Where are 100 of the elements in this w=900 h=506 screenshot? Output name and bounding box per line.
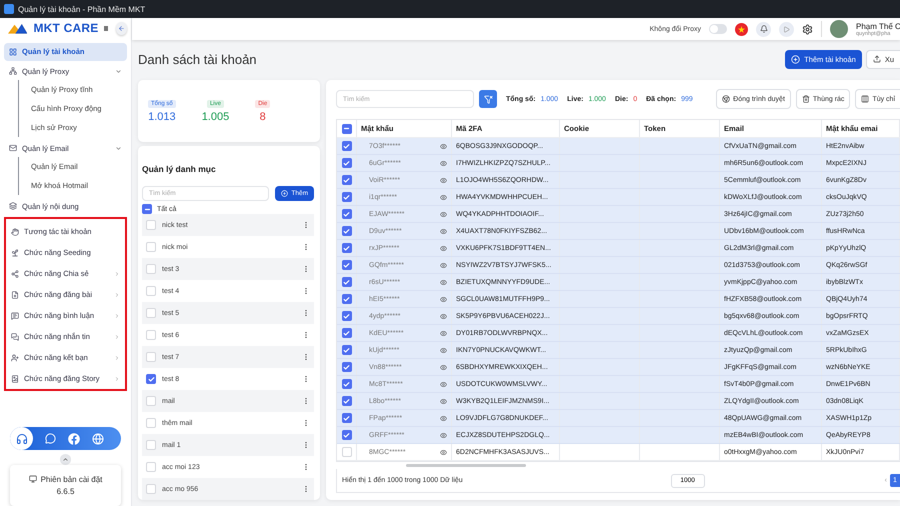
expand-button[interactable] xyxy=(60,454,71,465)
checkbox[interactable] xyxy=(342,379,352,389)
eye-icon xyxy=(440,176,447,184)
notification-button[interactable] xyxy=(756,22,771,36)
plus-circle-icon xyxy=(281,190,288,197)
checkbox[interactable] xyxy=(342,158,352,168)
checkbox[interactable] xyxy=(342,362,352,372)
comment-icon xyxy=(11,312,19,320)
facebook-icon[interactable] xyxy=(68,432,80,445)
eye-icon xyxy=(440,330,447,336)
page-title: Danh sách tài khoản xyxy=(138,52,258,66)
add-user-icon xyxy=(11,354,19,362)
layers-icon xyxy=(9,202,17,210)
check-icon xyxy=(343,364,350,370)
check-icon xyxy=(343,194,350,200)
plus-circle-icon xyxy=(791,54,800,64)
eye-icon xyxy=(440,194,447,200)
globe-icon xyxy=(92,432,104,445)
checkbox[interactable] xyxy=(342,243,352,253)
support-button[interactable] xyxy=(10,427,33,450)
user-name: Phạm Thế C xyxy=(856,22,900,30)
check-icon xyxy=(343,346,350,354)
check-icon xyxy=(343,278,350,286)
category-title: Quản lý danh mục xyxy=(142,164,217,174)
stat-value: 1.005 xyxy=(202,110,230,122)
checkbox[interactable] xyxy=(342,209,352,219)
checkbox[interactable] xyxy=(342,413,352,423)
logo-text: MKT CARE xyxy=(33,21,98,36)
check-icon xyxy=(343,142,350,150)
eye-icon xyxy=(440,210,447,218)
checkbox[interactable] xyxy=(342,311,352,321)
eye-icon xyxy=(440,228,447,234)
checkbox[interactable] xyxy=(146,374,156,384)
version-label: Phiên bản cài đặt xyxy=(40,474,102,484)
checkbox[interactable] xyxy=(342,226,352,236)
minus-icon xyxy=(343,125,350,132)
flag-icon[interactable] xyxy=(735,22,748,36)
upload-icon xyxy=(872,55,881,63)
chevron-right-icon xyxy=(114,270,120,277)
check-icon xyxy=(148,376,154,382)
check-icon xyxy=(343,228,350,234)
checkbox[interactable] xyxy=(342,396,352,406)
checkbox[interactable] xyxy=(142,204,152,214)
chevron-up-icon xyxy=(62,456,69,463)
checkbox[interactable] xyxy=(342,175,352,185)
bell-icon xyxy=(760,25,768,33)
filter-off-icon xyxy=(484,94,492,104)
check-icon xyxy=(343,312,350,320)
headset-icon xyxy=(16,432,28,445)
check-icon xyxy=(343,262,350,268)
sprout-icon xyxy=(11,248,19,257)
messenger-icon xyxy=(45,433,56,444)
checkbox[interactable] xyxy=(342,260,352,270)
eye-icon xyxy=(440,398,447,404)
chevron-right-icon xyxy=(114,292,120,298)
eye-icon xyxy=(440,278,447,286)
eye-icon xyxy=(440,142,447,150)
check-icon xyxy=(343,330,350,336)
eye-icon xyxy=(440,312,447,320)
checkbox[interactable] xyxy=(342,124,352,134)
square-icon xyxy=(104,26,108,31)
eye-icon xyxy=(440,448,447,456)
chevron-right-icon xyxy=(114,376,120,382)
file-plus-icon xyxy=(11,290,19,299)
checkbox[interactable] xyxy=(342,192,352,202)
mountain-logo-icon xyxy=(8,21,28,36)
chevron-right-icon xyxy=(114,312,120,319)
share-icon xyxy=(11,270,19,278)
trash-icon xyxy=(802,95,810,103)
check-icon xyxy=(343,296,350,302)
window-title: Quản lý tài khoản - Phần Mềm MKT xyxy=(18,4,146,14)
check-icon xyxy=(343,160,350,166)
checkbox[interactable] xyxy=(342,430,352,440)
network-icon xyxy=(9,67,17,76)
checkbox[interactable] xyxy=(342,277,352,287)
check-icon xyxy=(343,380,350,388)
filter-clear-button[interactable] xyxy=(479,90,497,108)
app-icon xyxy=(4,4,14,14)
scrollbar[interactable] xyxy=(406,464,526,467)
play-icon xyxy=(783,26,790,32)
chevron-right-icon xyxy=(114,334,120,340)
stat-value: 1.013 xyxy=(148,110,176,122)
checkbox[interactable] xyxy=(342,141,352,151)
eye-icon xyxy=(440,160,447,166)
settings-icon[interactable] xyxy=(802,24,813,34)
checkbox[interactable] xyxy=(342,345,352,355)
eye-icon xyxy=(440,414,447,422)
proxy-toggle[interactable] xyxy=(709,24,727,34)
check-icon xyxy=(343,432,350,438)
checkbox[interactable] xyxy=(342,294,352,304)
mail-icon xyxy=(9,144,17,152)
eye-icon xyxy=(440,262,447,268)
check-icon xyxy=(343,398,350,404)
checkbox[interactable] xyxy=(342,328,352,338)
check-icon xyxy=(343,210,350,218)
browser-icon xyxy=(722,95,730,103)
check-icon xyxy=(343,176,350,184)
hand-icon xyxy=(11,228,19,236)
version-number: 6.6.5 xyxy=(56,486,74,496)
monitor-icon xyxy=(28,475,37,484)
